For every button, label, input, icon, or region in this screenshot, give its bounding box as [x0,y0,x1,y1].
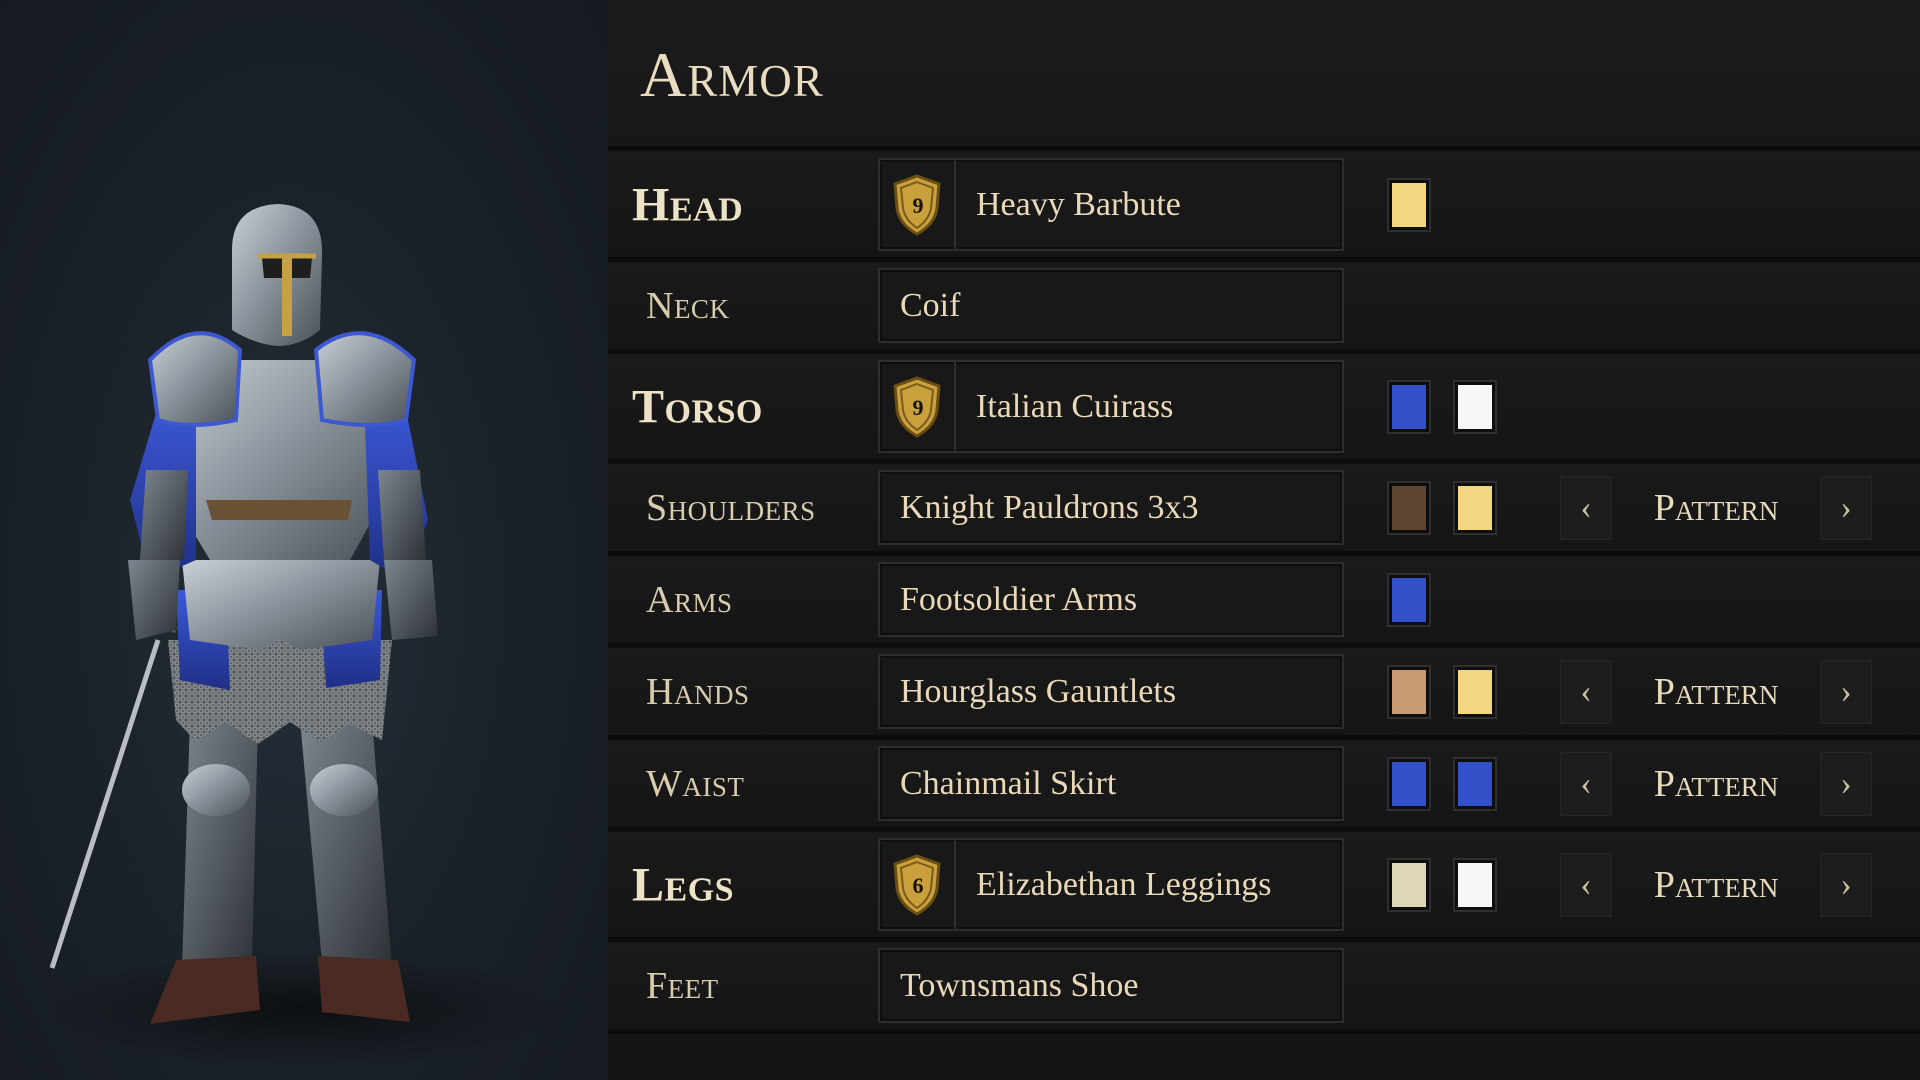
item-select-arms[interactable]: Footsoldier Arms [878,562,1344,637]
slot-label-feet: Feet [646,964,719,1007]
slot-row-shoulders: Shoulders Knight Pauldrons 3x3 ‹ Pattern › [608,464,1920,556]
pattern-label: Pattern [1653,863,1779,906]
item-select-shoulders[interactable]: Knight Pauldrons 3x3 [878,470,1344,545]
slot-row-legs: Legs 6 Elizabethan Leggings ‹ Pattern › [608,832,1920,942]
item-name-head: Heavy Barbute [976,185,1181,223]
slot-row-torso: Torso 9 Italian Cuirass [608,354,1920,464]
color-swatch-waist-2[interactable] [1453,756,1497,811]
item-name-feet: Townsmans Shoe [900,966,1139,1004]
slot-row-arms: Arms Footsoldier Arms [608,556,1920,648]
slot-row-hands: Hands Hourglass Gauntlets ‹ Pattern › [608,648,1920,740]
item-select-waist[interactable]: Chainmail Skirt [878,746,1344,821]
tier-shield-icon: 6 [880,840,956,929]
slot-label-torso: Torso [632,380,763,433]
pattern-next-button[interactable]: › [1820,475,1872,540]
color-swatch-shoulders-1[interactable] [1387,480,1431,535]
pattern-prev-button[interactable]: ‹ [1560,475,1612,540]
item-select-legs[interactable]: 6 Elizabethan Leggings [878,838,1344,931]
color-swatch-hands-1[interactable] [1387,664,1431,719]
color-swatch-hands-2[interactable] [1453,664,1497,719]
slot-label-arms: Arms [646,578,733,621]
item-name-neck: Coif [900,286,961,324]
pattern-prev-button[interactable]: ‹ [1560,852,1612,917]
pattern-next-button[interactable]: › [1820,751,1872,816]
slot-row-neck: Neck Coif [608,262,1920,354]
item-name-shoulders: Knight Pauldrons 3x3 [900,488,1199,526]
pattern-prev-button[interactable]: ‹ [1560,751,1612,816]
item-select-feet[interactable]: Townsmans Shoe [878,948,1344,1023]
item-select-neck[interactable]: Coif [878,268,1344,343]
pattern-selector-shoulders: ‹ Pattern › [1560,475,1872,540]
slot-row-waist: Waist Chainmail Skirt ‹ Pattern › [608,740,1920,832]
color-swatch-legs-2[interactable] [1453,857,1497,912]
slot-label-neck: Neck [646,284,730,327]
color-swatch-torso-2[interactable] [1453,379,1497,434]
item-select-hands[interactable]: Hourglass Gauntlets [878,654,1344,729]
color-swatch-shoulders-2[interactable] [1453,480,1497,535]
slot-label-shoulders: Shoulders [646,486,816,529]
pattern-label: Pattern [1653,486,1779,529]
item-name-waist: Chainmail Skirt [900,764,1117,802]
tier-shield-icon: 9 [880,160,956,249]
slot-label-waist: Waist [646,762,745,805]
pattern-next-button[interactable]: › [1820,852,1872,917]
color-swatch-legs-1[interactable] [1387,857,1431,912]
slot-label-legs: Legs [632,858,735,911]
pattern-selector-hands: ‹ Pattern › [1560,659,1872,724]
item-name-arms: Footsoldier Arms [900,580,1138,618]
item-name-legs: Elizabethan Leggings [976,865,1272,903]
panel-title: Armor [640,39,824,110]
color-swatch-head-1[interactable] [1387,177,1431,232]
color-swatch-arms-1[interactable] [1387,572,1431,627]
pattern-label: Pattern [1653,762,1779,805]
knight-figure [49,204,438,1024]
tier-shield-icon: 9 [880,362,956,451]
slot-list: Head 9 Heavy Barbute Neck Coif Torso 9 Italian … [608,152,1920,1034]
pattern-prev-button[interactable]: ‹ [1560,659,1612,724]
color-swatch-torso-1[interactable] [1387,379,1431,434]
item-name-hands: Hourglass Gauntlets [900,672,1177,710]
slot-row-feet: Feet Townsmans Shoe [608,942,1920,1034]
slot-label-head: Head [632,178,744,231]
panel-header: Armor [608,0,1920,150]
item-select-head[interactable]: 9 Heavy Barbute [878,158,1344,251]
color-swatch-waist-1[interactable] [1387,756,1431,811]
item-name-torso: Italian Cuirass [976,387,1174,425]
tier-number: 6 [912,872,924,898]
pattern-label: Pattern [1653,670,1779,713]
pattern-selector-legs: ‹ Pattern › [1560,852,1872,917]
pattern-selector-waist: ‹ Pattern › [1560,751,1872,816]
item-select-torso[interactable]: 9 Italian Cuirass [878,360,1344,453]
tier-number: 9 [912,192,924,218]
slot-row-head: Head 9 Heavy Barbute [608,152,1920,262]
armor-panel: Armor Head 9 Heavy Barbute Neck Coif Torso 9 It… [608,0,1920,1080]
tier-number: 9 [912,394,924,420]
character-preview[interactable] [0,0,608,1080]
pattern-next-button[interactable]: › [1820,659,1872,724]
slot-label-hands: Hands [646,670,750,713]
